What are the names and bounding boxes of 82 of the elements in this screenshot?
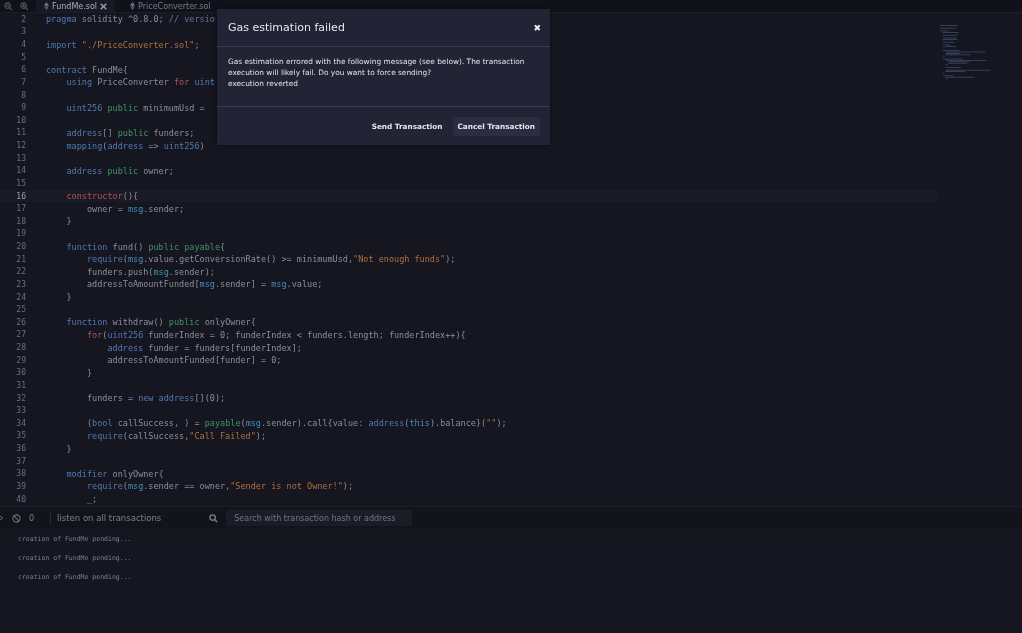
code-line: }	[85, 367, 93, 378]
line-number: 18	[15, 216, 26, 226]
editor-tab[interactable]: PriceConverter.sol	[122, 0, 219, 12]
line-number: 15	[15, 178, 26, 188]
clear-icon[interactable]	[12, 513, 21, 523]
zoom-in-icon[interactable]	[20, 1, 29, 11]
code-line: funders.push(msg.sender);	[85, 266, 215, 277]
line-number: 12	[15, 141, 26, 151]
code-line: address funder = funders[funderIndex];	[106, 342, 302, 353]
code-line: import "./PriceConverter.sol";	[46, 39, 200, 50]
code-line: }	[65, 292, 72, 303]
code-line: addressToAmountFunded[funder] = 0;	[106, 355, 282, 366]
line-number: 22	[15, 267, 26, 277]
line-number: 11	[15, 128, 26, 138]
code-line: function withdraw() public onlyOwner{	[65, 317, 256, 328]
search-field[interactable]: Search with transaction hash or address	[226, 510, 413, 526]
line-number: 4	[20, 40, 26, 50]
code-line: address public owner;	[65, 165, 174, 176]
code-line: require(msg.sender == owner,"Sender is not Owner!");	[85, 481, 354, 492]
line-number: 24	[15, 292, 26, 302]
close-icon[interactable]	[100, 2, 108, 10]
dialog-title: Gas estimation failed	[228, 21, 345, 34]
line-number: 6	[20, 65, 26, 75]
line-number: 5	[20, 52, 26, 62]
line-number: 31	[15, 380, 26, 390]
zoom-out-icon[interactable]	[4, 1, 13, 11]
line-number: 28	[15, 343, 26, 353]
pending-count: 0	[29, 513, 35, 523]
checkbox-label[interactable]: listen on all transactions	[57, 513, 162, 523]
line-number: 13	[15, 153, 26, 163]
code-line: require(msg.value.getConversionRate() >= minimumUsd,"Not enough funds");	[85, 254, 456, 265]
line-number: 17	[15, 204, 26, 214]
line-number: 27	[15, 330, 26, 340]
line-number: 8	[20, 90, 26, 100]
code-line: pragma solidity ^0.8.0; // versio	[46, 14, 215, 25]
line-number: 26	[15, 317, 26, 327]
code-line: uint256 public minimumUsd =	[65, 102, 205, 113]
editor-tab[interactable]: FundMe.sol	[36, 0, 116, 12]
line-number: 36	[15, 444, 26, 454]
code-line: owner = msg.sender;	[85, 203, 185, 214]
line-number: 35	[15, 431, 26, 441]
code-line: for(uint256 funderIndex = 0; funderIndex < funders.length; funderIndex++){	[85, 329, 466, 340]
code-line: mapping(address => uint256)	[65, 140, 205, 151]
code-line: function fund() public payable{	[65, 241, 226, 252]
line-number: 3	[20, 27, 26, 37]
code-line: modifier onlyOwner{	[65, 468, 164, 479]
line-number: 7	[20, 77, 26, 87]
close-button[interactable]: ✖	[533, 22, 541, 33]
code-line: require(callSuccess,"Call Failed");	[85, 430, 267, 441]
code-line: addressToAmountFunded[msg.sender] = msg.value;	[85, 279, 323, 290]
line-number: 14	[15, 166, 26, 176]
code-line: }	[65, 443, 72, 454]
code-line: _;	[85, 494, 98, 505]
line-number: 37	[15, 456, 26, 466]
line-number: 40	[15, 494, 26, 504]
code-line: contract FundMe{	[46, 64, 128, 75]
file-icon	[130, 2, 136, 10]
code-line: }	[65, 216, 72, 227]
line-number: 39	[15, 481, 26, 491]
line-number: 32	[15, 393, 26, 403]
code-line: funders = new address[](0);	[85, 393, 226, 404]
line-number: 30	[15, 368, 26, 378]
code-line: address[] public funders;	[65, 127, 195, 138]
line-number: 29	[15, 355, 26, 365]
line-number: 20	[15, 242, 26, 252]
code-line: constructor(){	[65, 191, 139, 202]
line-number: 25	[15, 305, 26, 315]
line-number: 34	[15, 418, 26, 428]
line-number: 33	[15, 406, 26, 416]
line-number: 10	[15, 115, 26, 125]
line-number: 19	[15, 229, 26, 239]
code-line: (bool callSuccess, ) = payable(msg.sender).call{value: address(this).balance}("");	[85, 418, 507, 429]
line-number: 9	[20, 103, 26, 113]
line-number: 23	[15, 279, 26, 289]
line-number: 21	[15, 254, 26, 264]
search-icon[interactable]	[209, 513, 219, 523]
line-number: 2	[20, 14, 26, 24]
chevron-icon[interactable]	[0, 514, 4, 522]
code-line: using PriceConverter for uint	[65, 77, 215, 88]
line-number: 38	[15, 469, 26, 479]
file-icon	[44, 2, 49, 10]
line-number: 16	[15, 191, 26, 201]
